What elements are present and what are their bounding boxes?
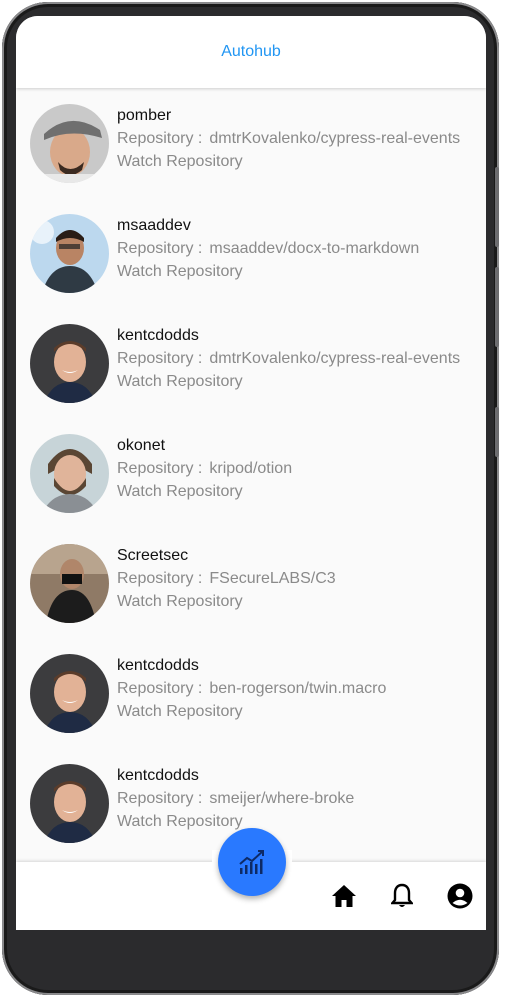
phone-chin	[16, 930, 486, 964]
home-nav-button[interactable]	[330, 882, 358, 910]
list-item[interactable]: pomber Repository : dmtrKovalenko/cypress…	[16, 88, 486, 198]
username: kentcdodds	[117, 327, 199, 344]
list-item[interactable]: Screetsec Repository : FSecureLABS/C3 Wat…	[16, 528, 486, 638]
username: pomber	[117, 107, 172, 124]
username: kentcdodds	[117, 657, 199, 674]
account-circle-icon	[447, 883, 473, 909]
user-avatar[interactable]	[30, 324, 109, 403]
list-item[interactable]: okonet Repository : kripod/otion Watch Re…	[16, 418, 486, 528]
volume-button	[495, 167, 499, 247]
username: okonet	[117, 437, 166, 454]
user-avatar[interactable]	[30, 654, 109, 733]
trending-chart-icon	[239, 850, 264, 874]
repository-list[interactable]: pomber Repository : dmtrKovalenko/cypress…	[16, 88, 486, 862]
bell-icon	[391, 883, 413, 907]
watch-repository-link[interactable]: Watch Repository	[117, 263, 243, 281]
watch-repository-link[interactable]: Watch Repository	[117, 593, 243, 611]
user-avatar[interactable]	[30, 544, 109, 623]
app-title: Autohub	[221, 43, 281, 60]
repository-text: Repository : dmtrKovalenko/cypress-real-e…	[117, 130, 461, 147]
user-avatar[interactable]	[30, 104, 109, 183]
watch-repository-link[interactable]: Watch Repository	[117, 703, 243, 721]
profile-nav-button[interactable]	[446, 882, 474, 910]
power-button	[495, 407, 499, 457]
volume-button	[495, 267, 499, 347]
app-screen: Autohub pomber Repository : dmtrKovalenko…	[16, 16, 486, 930]
repository-text: Repository : ben-rogerson/twin.macro	[117, 680, 387, 697]
watch-repository-link[interactable]: Watch Repository	[117, 153, 243, 171]
app-bar: Autohub	[16, 16, 486, 88]
notifications-nav-button[interactable]	[388, 882, 416, 910]
watch-repository-link[interactable]: Watch Repository	[117, 373, 243, 391]
repository-text: Repository : smeijer/where-broke	[117, 790, 355, 807]
username: kentcdodds	[117, 767, 199, 784]
list-item[interactable]: msaaddev Repository : msaaddev/docx-to-ma…	[16, 198, 486, 308]
user-avatar[interactable]	[30, 214, 109, 293]
username: Screetsec	[117, 547, 189, 564]
home-icon	[332, 885, 356, 907]
trending-fab-button[interactable]	[218, 828, 286, 896]
username: msaaddev	[117, 217, 191, 234]
list-item[interactable]: kentcdodds Repository : ben-rogerson/twin…	[16, 638, 486, 748]
repository-text: Repository : FSecureLABS/C3	[117, 570, 336, 587]
repository-text: Repository : dmtrKovalenko/cypress-real-e…	[117, 350, 461, 367]
list-item[interactable]: kentcdodds Repository : dmtrKovalenko/cyp…	[16, 308, 486, 418]
repository-text: Repository : msaaddev/docx-to-markdown	[117, 240, 420, 257]
repository-text: Repository : kripod/otion	[117, 460, 293, 477]
user-avatar[interactable]	[30, 764, 109, 843]
watch-repository-link[interactable]: Watch Repository	[117, 483, 243, 501]
user-avatar[interactable]	[30, 434, 109, 513]
watch-repository-link[interactable]: Watch Repository	[117, 813, 243, 831]
